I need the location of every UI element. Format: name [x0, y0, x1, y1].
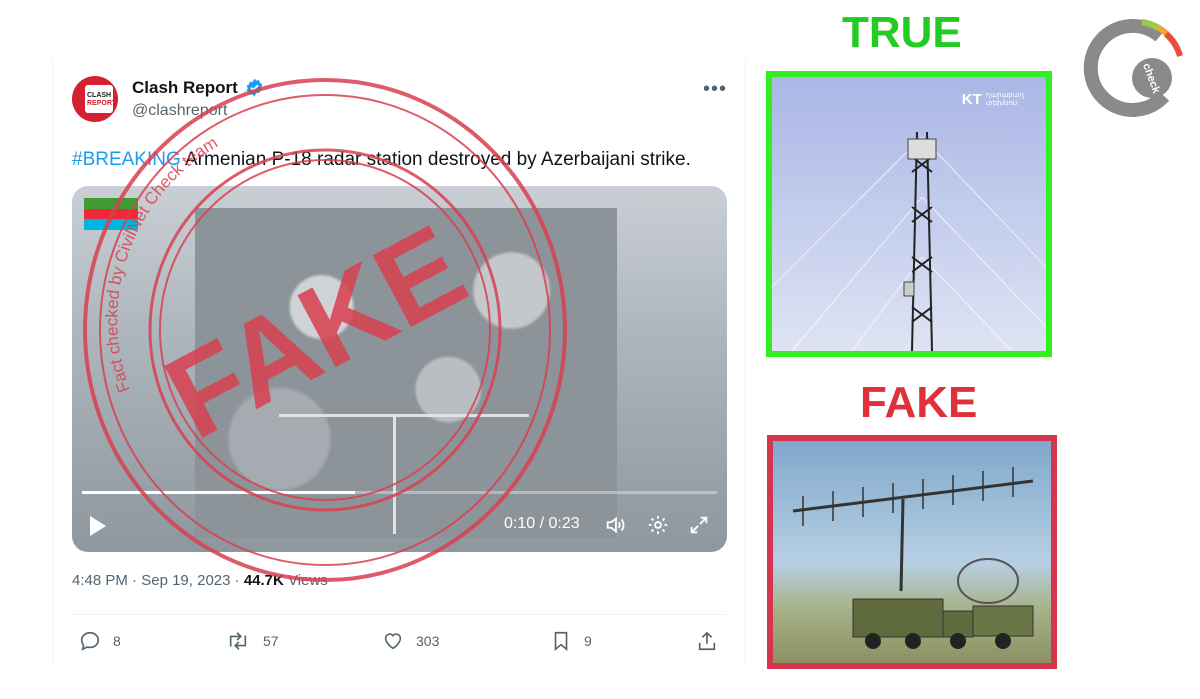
avatar-text-clash: CLASH: [87, 92, 112, 99]
author-handle[interactable]: @clashreport: [132, 102, 227, 120]
reply-icon: [80, 631, 100, 651]
fake-label: FAKE: [860, 378, 978, 427]
kt-watermark: KT ղարաբաղ տեխնոս: [962, 91, 1024, 108]
kt-watermark-text: KT: [961, 91, 982, 108]
tweet-body: Armenian P-18 radar station destroyed by…: [180, 149, 691, 170]
tweet-card: CLASH REPORT Clash Report @clashreport •…: [52, 58, 746, 664]
video-progress-fill: [82, 491, 356, 494]
more-options-icon[interactable]: •••: [703, 78, 727, 101]
true-label: TRUE: [842, 8, 962, 57]
tweet-time[interactable]: 4:48 PM: [72, 572, 128, 589]
like-button[interactable]: 303: [382, 630, 439, 652]
video-time: 0:10 / 0:23: [504, 515, 580, 532]
tweet-metadata: 4:48 PM · Sep 19, 2023 · 44.7K Views: [72, 572, 328, 589]
views-count: 44.7K: [243, 572, 284, 589]
civilnet-check-logo: check: [1083, 19, 1183, 117]
kt-watermark-sub1: ղարաբաղ: [985, 92, 1024, 100]
divider: [72, 614, 727, 615]
volume-icon[interactable]: [604, 514, 626, 536]
repost-count: 57: [263, 633, 279, 649]
repost-button[interactable]: 57: [225, 630, 279, 652]
video-frame: [195, 208, 617, 538]
heart-icon: [384, 633, 402, 650]
like-count: 303: [416, 633, 440, 649]
true-image-tower: KT ղարաբաղ տեխնոս: [766, 71, 1052, 357]
kt-watermark-sub: ղարաբաղ տեխնոս: [986, 92, 1024, 108]
tweet-text: #BREAKING Armenian P-18 radar station de…: [72, 148, 691, 172]
video-player[interactable]: 0:10 / 0:23: [72, 186, 727, 552]
bookmark-count: 9: [584, 633, 592, 649]
share-icon: [698, 631, 716, 651]
kt-watermark-sub2: տեխնոս: [985, 100, 1018, 108]
tweet-date[interactable]: Sep 19, 2023: [141, 572, 230, 589]
avatar-logo-box: [85, 85, 113, 113]
radar-illustration: [792, 467, 1034, 649]
verified-badge-icon: [246, 78, 263, 97]
hashtag-link[interactable]: #BREAKING: [72, 149, 181, 170]
reply-count: 8: [113, 633, 121, 649]
crosshair-horizontal: [279, 414, 529, 417]
play-icon[interactable]: [90, 516, 106, 536]
bookmark-icon: [554, 631, 568, 652]
fullscreen-icon[interactable]: [688, 514, 710, 536]
avatar[interactable]: CLASH REPORT: [72, 76, 118, 122]
meta-separator: ·: [127, 572, 142, 589]
repost-icon: [229, 632, 247, 650]
fake-image-radar: [767, 435, 1057, 669]
meta-separator-2: ·: [230, 572, 244, 589]
share-button[interactable]: [696, 630, 730, 652]
views-label: Views: [288, 572, 328, 589]
settings-gear-icon[interactable]: [647, 514, 669, 536]
azerbaijan-flag-icon: [84, 198, 138, 230]
avatar-text-report: REPORT: [87, 100, 117, 107]
bookmark-button[interactable]: 9: [550, 630, 592, 652]
author-name[interactable]: Clash Report: [132, 78, 238, 98]
reply-button[interactable]: 8: [79, 630, 121, 652]
tower-illustration: [772, 131, 1046, 351]
crosshair-vertical: [393, 414, 396, 534]
